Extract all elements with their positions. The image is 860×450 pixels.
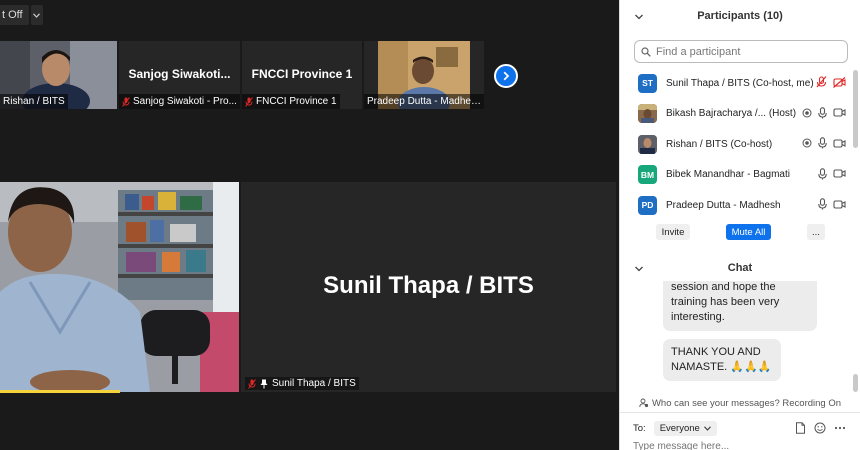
chat-title: Chat	[727, 262, 753, 274]
view-toggle-label: t Off	[0, 5, 29, 25]
video-off-icon[interactable]	[833, 76, 846, 88]
pin-icon	[260, 379, 268, 388]
file-icon[interactable]	[795, 422, 806, 434]
recording-icon	[802, 138, 812, 148]
camera-feed-image	[0, 182, 239, 392]
active-speaker-label: Sunil Thapa / BITS	[245, 377, 359, 390]
thumbnail-name: Rishan / BITS	[3, 96, 65, 107]
chat-scrollbar[interactable]	[853, 374, 858, 392]
chat-message-emoji: 🙏🙏🙏	[730, 361, 772, 373]
video-icon[interactable]	[833, 168, 846, 179]
chevron-right-icon	[503, 71, 510, 81]
video-thumbnail-pradeep[interactable]: Pradeep Dutta - Madhesh	[364, 41, 484, 109]
video-thumbnail-fncci[interactable]: FNCCI Province 1 FNCCI Province 1	[242, 41, 362, 109]
invite-button[interactable]: Invite	[656, 224, 690, 240]
video-icon[interactable]	[833, 199, 846, 210]
main-video-tile-camera[interactable]	[0, 182, 239, 392]
search-icon	[641, 46, 651, 57]
mic-muted-icon[interactable]	[816, 76, 827, 88]
thumbnail-label: Rishan / BITS	[0, 94, 68, 109]
participant-row[interactable]: Bikash Bajracharya /... (Host)	[620, 99, 850, 130]
emoji-icon[interactable]	[814, 422, 826, 434]
participant-name: Bibek Manandhar - Bagmati	[666, 169, 790, 181]
thumbnail-name: FNCCI Province 1	[256, 96, 337, 107]
chat-message: THANK YOU AND NAMASTE. 🙏🙏🙏	[663, 339, 781, 381]
mute-all-button[interactable]: Mute All	[726, 224, 771, 240]
mic-icon[interactable]	[818, 137, 827, 149]
avatar	[638, 134, 657, 154]
recording-icon	[802, 108, 812, 117]
mic-muted-icon	[245, 96, 253, 107]
thumbnail-label: FNCCI Province 1	[242, 94, 340, 109]
participant-name: Pradeep Dutta - Madhesh	[666, 199, 781, 211]
mic-icon[interactable]	[818, 198, 827, 210]
participant-row[interactable]: BM Bibek Manandhar - Bagmati	[620, 160, 850, 191]
video-thumbnail-sanjog[interactable]: Sanjog Siwakoti... Sanjog Siwakoti - Pro…	[119, 41, 240, 109]
participant-row[interactable]: Rishan / BITS (Co-host)	[620, 129, 850, 160]
mic-muted-icon	[248, 378, 256, 389]
avatar: BM	[638, 165, 657, 185]
zoom-meeting-window: t Off Rishan / BITS Sanjog Siwakoti... S…	[0, 0, 860, 450]
mic-muted-icon	[122, 96, 130, 107]
to-label: To:	[633, 423, 646, 434]
avatar-photo	[638, 134, 657, 154]
side-panel: Participants (10) ST Sunil Thapa / BITS …	[619, 0, 860, 450]
thumbnail-name: Sanjog Siwakoti - Pro...	[133, 96, 237, 107]
participants-scrollbar[interactable]	[853, 70, 858, 148]
thumbnail-display-name: FNCCI Province 1	[251, 67, 353, 81]
recipient-value: Everyone	[659, 423, 700, 434]
chevron-down-icon	[703, 426, 711, 431]
participant-row[interactable]: ST Sunil Thapa / BITS (Co-host, me)	[620, 68, 850, 99]
avatar-photo	[638, 104, 657, 124]
thumbnail-name: Pradeep Dutta - Madhesh	[367, 96, 481, 107]
video-area: t Off Rishan / BITS Sanjog Siwakoti... S…	[0, 0, 619, 450]
video-thumbnail-rishan[interactable]: Rishan / BITS	[0, 41, 117, 109]
mic-icon[interactable]	[818, 106, 827, 119]
active-speaker-name: Sunil Thapa / BITS	[323, 272, 534, 299]
video-icon[interactable]	[833, 138, 846, 149]
privacy-notice-text: Who can see your messages? Recording On	[651, 397, 842, 409]
mic-icon[interactable]	[818, 167, 827, 180]
avatar	[638, 104, 657, 124]
divider	[620, 412, 860, 413]
chat-messages: session and hope the training has been v…	[620, 281, 860, 394]
more-icon[interactable]	[834, 426, 846, 430]
chevron-down-icon[interactable]	[30, 5, 43, 25]
avatar: PD	[638, 195, 657, 215]
thumbnail-label: Sanjog Siwakoti - Pro...	[119, 94, 240, 109]
chat-message-input[interactable]	[633, 441, 833, 450]
participant-name: Rishan / BITS (Co-host)	[666, 138, 773, 150]
participant-row[interactable]: PD Pradeep Dutta - Madhesh	[620, 190, 850, 221]
video-icon[interactable]	[833, 107, 846, 118]
recipient-select[interactable]: Everyone	[653, 421, 717, 436]
thumbnail-display-name: Sanjog Siwakoti...	[128, 67, 231, 81]
active-speaker-label-text: Sunil Thapa / BITS	[272, 378, 356, 389]
participant-name: Bikash Bajracharya /... (Host)	[666, 108, 797, 120]
recipient-row: To: Everyone	[633, 421, 717, 436]
participant-search[interactable]	[634, 40, 848, 63]
next-page-button[interactable]	[494, 64, 518, 88]
avatar: ST	[638, 73, 657, 93]
participant-list: ST Sunil Thapa / BITS (Co-host, me) Bika…	[620, 68, 850, 221]
participant-search-input[interactable]	[656, 45, 836, 58]
participants-title: Participants (10)	[697, 10, 783, 22]
chat-message-text: session and hope the training has been v…	[671, 281, 780, 323]
chat-message: session and hope the training has been v…	[663, 281, 817, 331]
chat-tools	[795, 422, 846, 434]
people-icon	[639, 398, 649, 408]
participant-name: Sunil Thapa / BITS (Co-host, me)	[666, 77, 814, 89]
active-speaker-tile[interactable]: Sunil Thapa / BITS Sunil Thapa / BITS	[241, 182, 616, 392]
privacy-notice[interactable]: Who can see your messages? Recording On	[620, 396, 860, 410]
active-speaker-indicator	[0, 390, 120, 393]
thumbnail-label: Pradeep Dutta - Madhesh	[364, 94, 484, 109]
view-toggle[interactable]: t Off	[0, 5, 43, 25]
more-options-button[interactable]: ...	[807, 224, 825, 240]
